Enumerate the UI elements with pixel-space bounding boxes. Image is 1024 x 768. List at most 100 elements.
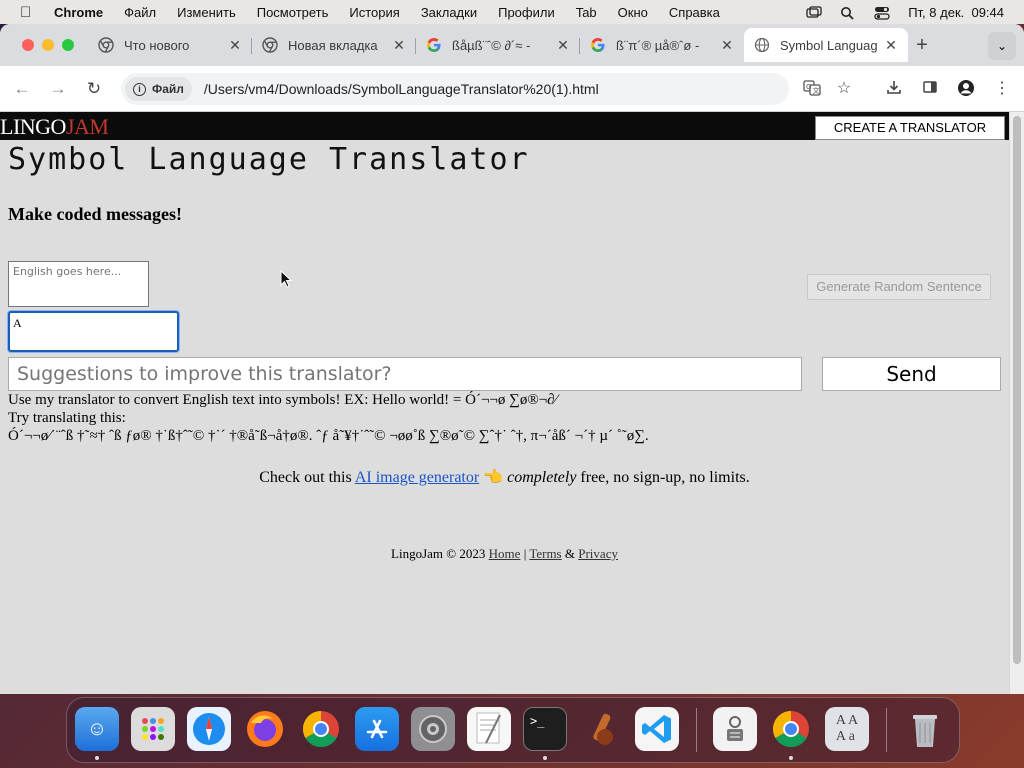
create-translator-button[interactable]: CREATE A TRANSLATOR — [815, 116, 1005, 140]
scrollbar-thumb[interactable] — [1013, 116, 1021, 664]
url-text: /Users/vm4/Downloads/SymbolLanguageTrans… — [203, 81, 599, 97]
menu-view[interactable]: Посмотреть — [257, 5, 329, 20]
apple-menu-icon[interactable]:  — [20, 4, 38, 21]
info-icon: i — [133, 82, 146, 96]
browser-toolbar: ← → ↻ i Файл /Users/vm4/Downloads/Symbol… — [0, 66, 1024, 112]
tab-title: Что нового — [124, 37, 190, 53]
dictionary-icon[interactable]: A AA a — [825, 707, 869, 751]
menu-history[interactable]: История — [349, 5, 399, 20]
tab-new-tab[interactable]: Новая вкладка ✕ — [252, 30, 416, 60]
google-icon — [590, 37, 606, 53]
close-tab-icon[interactable]: ✕ — [720, 37, 734, 54]
menu-file[interactable]: Файл — [124, 5, 156, 20]
site-header: LINGOJAM CREATE A TRANSLATOR — [0, 112, 1024, 140]
close-tab-icon[interactable]: ✕ — [884, 37, 898, 54]
tab-google-search-2[interactable]: ß¨π´® µå®ˆø - ✕ — [580, 30, 744, 60]
instruments-icon[interactable] — [579, 707, 623, 751]
english-input[interactable] — [8, 261, 149, 307]
menu-app-name[interactable]: Chrome — [54, 5, 103, 20]
promo-suffix: free, no sign-up, no limits. — [580, 469, 750, 486]
tab-title: Новая вкладка — [288, 37, 378, 53]
site-info-chip[interactable]: i Файл — [125, 77, 192, 101]
footer-home-link[interactable]: Home — [489, 546, 521, 561]
macos-dock: ☺ >_ A AA a — [66, 697, 960, 763]
chrome-icon — [98, 37, 114, 53]
translate-icon[interactable]: G文 — [802, 79, 822, 99]
menu-bookmarks[interactable]: Закладки — [421, 5, 477, 20]
forward-arrow-icon[interactable]: → — [48, 79, 68, 99]
address-bar[interactable]: i Файл /Users/vm4/Downloads/SymbolLangua… — [121, 73, 789, 105]
ai-image-generator-link[interactable]: AI image generator — [355, 469, 479, 486]
page-subtitle: Make coded messages! — [8, 204, 182, 224]
window-controls — [22, 39, 74, 51]
suggestion-input[interactable] — [8, 357, 802, 391]
bookmark-star-icon[interactable]: ☆ — [834, 79, 854, 99]
terminal-icon[interactable]: >_ — [523, 707, 567, 751]
menu-profiles[interactable]: Профили — [498, 5, 555, 20]
close-window-button[interactable] — [22, 39, 34, 51]
promo-emphasis: completely — [507, 469, 577, 486]
browser-window: Что нового ✕ Новая вкладка ✕ ßåµß¨ˆ© ∂´≈… — [0, 24, 1024, 694]
tab-search-chevron-icon[interactable]: ⌄ — [988, 32, 1016, 60]
textedit-icon[interactable] — [467, 707, 511, 751]
symbol-output[interactable]: A — [8, 311, 179, 352]
vscode-icon[interactable] — [635, 707, 679, 751]
firefox-icon[interactable] — [243, 707, 287, 751]
tab-google-search-1[interactable]: ßåµß¨ˆ© ∂´≈ - ✕ — [416, 30, 580, 60]
description-text: Use my translator to convert English tex… — [8, 392, 558, 408]
chrome-dock-icon[interactable] — [299, 707, 343, 751]
more-menu-icon[interactable]: ⋮ — [992, 79, 1012, 99]
control-center-icon[interactable] — [874, 6, 890, 20]
close-tab-icon[interactable]: ✕ — [392, 37, 406, 54]
app-store-icon[interactable] — [355, 707, 399, 751]
dock-separator — [886, 708, 887, 752]
web-page: LINGOJAM CREATE A TRANSLATOR Symbol Lang… — [0, 112, 1024, 694]
minimize-window-button[interactable] — [42, 39, 54, 51]
close-tab-icon[interactable]: ✕ — [228, 37, 242, 54]
menu-help[interactable]: Справка — [669, 5, 720, 20]
lingojam-logo[interactable]: LINGOJAM — [0, 114, 109, 140]
footer-terms-link[interactable]: Terms — [529, 546, 561, 561]
tab-title: Symbol Languag — [780, 37, 878, 53]
screen-mirroring-icon[interactable] — [806, 5, 822, 19]
reload-icon[interactable]: ↻ — [84, 79, 104, 99]
spotlight-search-icon[interactable] — [840, 6, 856, 20]
menu-edit[interactable]: Изменить — [177, 5, 236, 20]
profile-avatar-icon[interactable] — [956, 79, 976, 99]
send-button[interactable]: Send — [822, 357, 1001, 391]
fullscreen-window-button[interactable] — [62, 39, 74, 51]
close-tab-icon[interactable]: ✕ — [556, 37, 570, 54]
finder-icon[interactable]: ☺ — [75, 707, 119, 751]
menubar-datetime[interactable]: Пт, 8 дек. 09:44 — [908, 5, 1004, 20]
tab-bar: Что нового ✕ Новая вкладка ✕ ßåµß¨ˆ© ∂´≈… — [0, 24, 1024, 66]
download-icon[interactable] — [884, 79, 904, 99]
back-arrow-icon[interactable]: ← — [12, 79, 32, 99]
generate-random-sentence-button[interactable]: Generate Random Sentence — [807, 274, 991, 300]
menu-window[interactable]: Окно — [618, 5, 648, 20]
tab-title: ßåµß¨ˆ© ∂´≈ - — [452, 37, 531, 53]
safari-icon[interactable] — [187, 707, 231, 751]
site-footer: LingoJam © 2023 Home | Terms & Privacy — [391, 546, 618, 561]
tab-title: ß¨π´® µå®ˆø - — [616, 37, 700, 53]
dock-separator — [696, 708, 697, 752]
footer-copyright: LingoJam © 2023 — [391, 546, 486, 561]
chrome-dock-icon-2[interactable] — [769, 707, 813, 751]
tab-whats-new[interactable]: Что нового ✕ — [88, 30, 252, 60]
promo-line: Check out this AI image generator 👈 comp… — [0, 467, 1009, 487]
google-icon — [426, 37, 442, 53]
tab-symbol-language-translator[interactable]: Symbol Languag ✕ — [744, 28, 908, 62]
side-panel-icon[interactable] — [920, 79, 940, 99]
menu-tab[interactable]: Tab — [576, 5, 597, 20]
trash-icon[interactable] — [903, 707, 947, 751]
system-settings-icon[interactable] — [411, 707, 455, 751]
page-scrollbar[interactable] — [1009, 112, 1024, 694]
automator-icon[interactable] — [713, 707, 757, 751]
pointing-hand-icon: 👈 — [483, 469, 504, 486]
launchpad-icon[interactable] — [131, 707, 175, 751]
new-tab-plus-icon[interactable]: + — [912, 34, 932, 57]
footer-privacy-link[interactable]: Privacy — [578, 546, 618, 561]
svg-text:文: 文 — [813, 86, 820, 95]
page-title: Symbol Language Translator — [8, 142, 530, 177]
chrome-icon — [262, 37, 278, 53]
logo-part-jam: JAM — [65, 114, 109, 139]
